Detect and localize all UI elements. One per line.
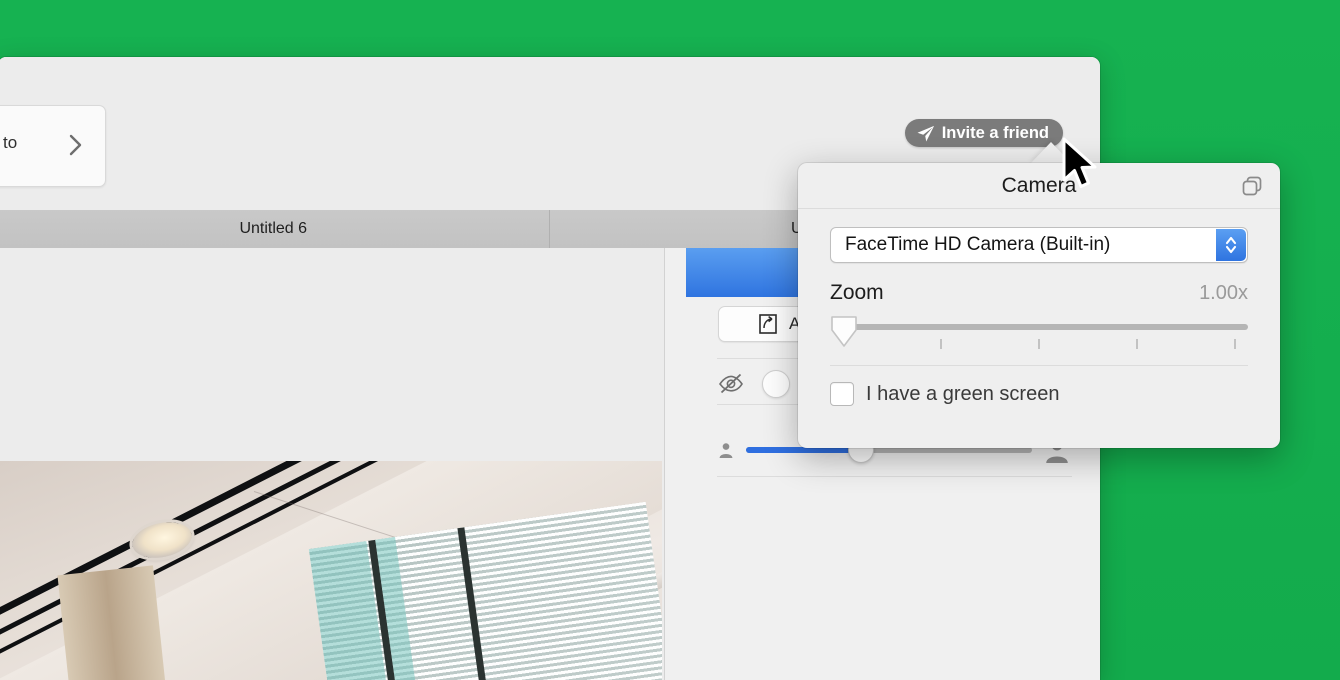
zoom-label: Zoom xyxy=(830,281,884,304)
divider xyxy=(717,476,1072,477)
camera-device-value: FaceTime HD Camera (Built-in) xyxy=(845,234,1111,255)
tab-label: Untitled 6 xyxy=(239,220,308,237)
camera-preview-photo xyxy=(0,461,662,680)
green-screen-checkbox[interactable] xyxy=(830,382,854,406)
popover-header: Camera xyxy=(798,163,1280,209)
camera-popover: Camera FaceTime HD Camera (Built-in) Zoo… xyxy=(798,163,1280,448)
zoom-slider-track xyxy=(840,324,1248,330)
green-screen-row[interactable]: I have a green screen xyxy=(830,382,1248,406)
zoom-line: Zoom 1.00x xyxy=(830,281,1248,305)
paper-plane-icon xyxy=(917,125,934,141)
left-navigation-card[interactable]: to xyxy=(0,105,106,187)
zoom-slider-knob[interactable] xyxy=(830,315,858,348)
zoom-slider[interactable] xyxy=(830,315,1248,359)
popover-title: Camera xyxy=(1001,173,1077,197)
green-screen-label: I have a green screen xyxy=(866,382,1060,405)
popover-body: FaceTime HD Camera (Built-in) Zoom 1.00x xyxy=(798,209,1280,406)
zoom-tick xyxy=(1234,339,1236,349)
zoom-tick xyxy=(1136,339,1138,349)
left-card-label: to xyxy=(3,133,18,152)
canvas-pane[interactable] xyxy=(0,248,665,680)
flip-horizontal-icon xyxy=(759,314,777,334)
zoom-tick xyxy=(940,339,942,349)
zoom-tick xyxy=(1038,339,1040,349)
eye-off-icon xyxy=(719,373,743,394)
zoom-value: 1.00x xyxy=(1199,282,1248,304)
invite-a-friend-label: Invite a friend xyxy=(941,123,1049,142)
duplicate-icon[interactable] xyxy=(1240,174,1264,198)
popover-arrow xyxy=(1030,142,1072,164)
person-small-icon xyxy=(719,443,733,458)
camera-device-select[interactable]: FaceTime HD Camera (Built-in) xyxy=(830,227,1248,263)
stepper-updown-icon[interactable] xyxy=(1216,229,1246,261)
tab-untitled-6-first[interactable]: Untitled 6 xyxy=(0,210,550,248)
popover-divider xyxy=(830,365,1248,366)
visibility-toggle-knob[interactable] xyxy=(762,370,790,398)
chevron-right-icon xyxy=(69,134,82,156)
